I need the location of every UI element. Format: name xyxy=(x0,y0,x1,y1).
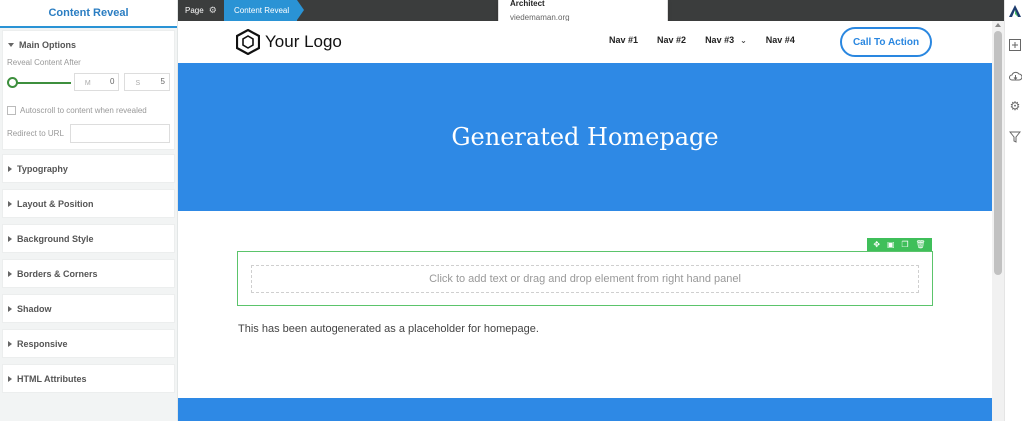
copy-icon[interactable]: ❐ xyxy=(901,240,908,249)
hexagon-logo-icon xyxy=(236,29,260,55)
chevron-down-icon: ⌄ xyxy=(740,35,747,45)
section-label: Background Style xyxy=(17,233,94,244)
responsive-header[interactable]: Responsive xyxy=(3,330,174,357)
nav-item-3[interactable]: Nav #3 ⌄ xyxy=(705,35,747,45)
scrollbar-thumb[interactable] xyxy=(994,31,1002,275)
html-attributes-section: HTML Attributes xyxy=(2,364,175,393)
background-style-section: Background Style xyxy=(2,224,175,253)
section-label: Typography xyxy=(17,163,68,174)
typography-section: Typography xyxy=(2,154,175,183)
reveal-time-slider[interactable] xyxy=(7,75,71,89)
site-logo[interactable]: Your Logo xyxy=(236,29,342,55)
slider-track xyxy=(13,82,71,84)
panel-title: Content Reveal xyxy=(0,0,177,28)
next-section-band[interactable] xyxy=(178,398,992,421)
redirect-label: Redirect to URL xyxy=(7,129,64,138)
nav-label: Nav #4 xyxy=(765,35,795,45)
seconds-unit: S xyxy=(135,80,141,87)
delete-icon[interactable]: 🗑 xyxy=(915,240,925,249)
reveal-time-row: M 0 S 5 xyxy=(7,72,170,92)
shadow-section: Shadow xyxy=(2,294,175,323)
cloud-download-icon[interactable] xyxy=(1008,69,1022,83)
nav-label: Nav #2 xyxy=(657,35,687,45)
layout-position-header[interactable]: Layout & Position xyxy=(3,190,174,217)
responsive-section: Responsive xyxy=(2,329,175,358)
nav-label: Nav #1 xyxy=(609,35,639,45)
section-label: Borders & Corners xyxy=(17,268,98,279)
nav-item-1[interactable]: Nav #1 xyxy=(609,35,638,45)
nav-item-2[interactable]: Nav #2 xyxy=(657,35,686,45)
minutes-input[interactable]: M 0 xyxy=(73,73,120,91)
gear-icon[interactable]: ⚙ xyxy=(209,5,217,16)
settings-gear-icon[interactable]: ⚙ xyxy=(1008,99,1022,113)
slider-handle[interactable] xyxy=(7,77,18,88)
autoscroll-checkbox[interactable] xyxy=(7,106,16,115)
scroll-up-arrow-icon[interactable] xyxy=(995,23,1001,27)
placeholder-paragraph[interactable]: This has been autogenerated as a placeho… xyxy=(238,323,539,335)
seconds-value: 5 xyxy=(160,77,165,86)
call-to-action-button[interactable]: Call To Action xyxy=(840,27,932,57)
redirect-url-input[interactable] xyxy=(70,124,170,143)
borders-corners-header[interactable]: Borders & Corners xyxy=(3,260,174,287)
caret-right-icon xyxy=(8,340,12,347)
redirect-row: Redirect to URL xyxy=(7,124,170,143)
site-nav: Nav #1 Nav #2 Nav #3 ⌄ Nav #4 xyxy=(609,35,814,45)
drop-zone[interactable]: Click to add text or drag and drop eleme… xyxy=(251,265,919,293)
right-tool-rail: ⚙ xyxy=(1004,0,1024,421)
move-icon[interactable]: ✥ xyxy=(873,240,880,249)
shadow-header[interactable]: Shadow xyxy=(3,295,174,322)
main-options-body: Reveal Content After M 0 S 5 Autoscroll … xyxy=(3,58,174,149)
typography-header[interactable]: Typography xyxy=(3,155,174,182)
logo-text: Your Logo xyxy=(265,32,342,51)
caret-right-icon xyxy=(8,200,12,207)
minutes-value: 0 xyxy=(110,77,115,86)
caret-right-icon xyxy=(8,235,12,242)
breadcrumb-page[interactable]: Page ⚙ xyxy=(178,0,224,21)
section-label: Layout & Position xyxy=(17,198,94,209)
borders-corners-section: Borders & Corners xyxy=(2,259,175,288)
content-reveal-element[interactable]: Click to add text or drag and drop eleme… xyxy=(237,251,933,306)
autoscroll-label: Autoscroll to content when revealed xyxy=(20,106,147,115)
minutes-unit: M xyxy=(84,80,91,87)
layout-position-section: Layout & Position xyxy=(2,189,175,218)
hero-title: Generated Homepage xyxy=(451,123,719,151)
left-settings-panel: Content Reveal Main Options Reveal Conte… xyxy=(0,0,178,421)
reveal-after-label: Reveal Content After xyxy=(7,58,81,67)
architect-logo-icon[interactable] xyxy=(1008,4,1022,18)
main-options-section: Main Options Reveal Content After M 0 S … xyxy=(2,30,175,150)
section-label: Responsive xyxy=(17,338,68,349)
site-header: Your Logo Nav #1 Nav #2 Nav #3 ⌄ Nav #4 C… xyxy=(178,21,992,63)
autoscroll-row: Autoscroll to content when revealed xyxy=(7,106,170,115)
panel-title-text: Content Reveal xyxy=(48,7,129,19)
main-options-label: Main Options xyxy=(19,39,76,50)
tooltip-title: Architect xyxy=(510,0,545,8)
breadcrumb-page-label: Page xyxy=(185,6,204,15)
background-style-header[interactable]: Background Style xyxy=(3,225,174,252)
section-label: Shadow xyxy=(17,303,52,314)
breadcrumb-active[interactable]: Content Reveal xyxy=(224,0,305,21)
section-label: HTML Attributes xyxy=(17,373,87,384)
breadcrumb-active-label: Content Reveal xyxy=(234,6,290,15)
element-toolbar: ✥ ▣ ❐ 🗑 xyxy=(867,238,932,251)
funnel-icon[interactable] xyxy=(1008,130,1022,144)
nav-label: Nav #3 xyxy=(705,35,735,45)
html-attributes-header[interactable]: HTML Attributes xyxy=(3,365,174,392)
add-element-icon[interactable] xyxy=(1008,38,1022,52)
page-canvas: Your Logo Nav #1 Nav #2 Nav #3 ⌄ Nav #4 C… xyxy=(178,21,992,421)
duplicate-icon[interactable]: ▣ xyxy=(887,240,895,249)
canvas-scrollbar[interactable] xyxy=(992,21,1004,421)
caret-right-icon xyxy=(8,375,12,382)
main-options-header[interactable]: Main Options xyxy=(3,31,174,58)
seconds-input[interactable]: S 5 xyxy=(124,73,170,91)
caret-right-icon xyxy=(8,270,12,277)
caret-down-icon xyxy=(8,42,14,47)
hero-section[interactable]: Generated Homepage xyxy=(178,63,992,211)
caret-right-icon xyxy=(8,165,12,172)
caret-right-icon xyxy=(8,305,12,312)
nav-item-4[interactable]: Nav #4 xyxy=(766,35,795,45)
